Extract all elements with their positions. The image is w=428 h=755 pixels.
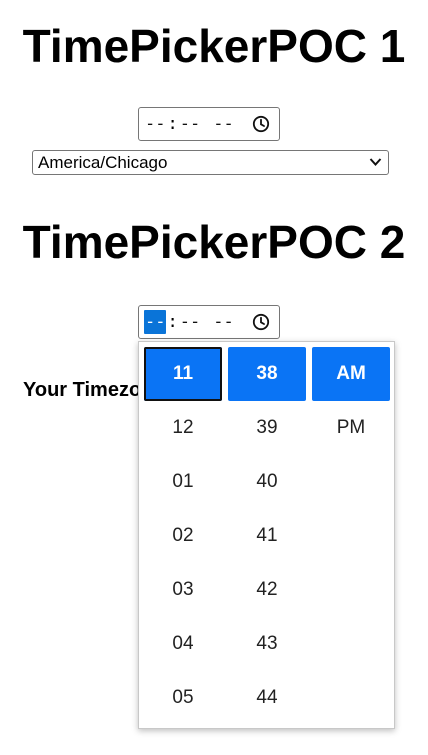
meridiem-column[interactable]: AM PM	[312, 347, 390, 455]
page-title-1: TimePickerPOC 1	[22, 20, 406, 72]
time-input-2[interactable]: --: -- --	[138, 305, 280, 339]
timezone-label: Your Timezone	[23, 379, 138, 401]
time-separator: :	[167, 114, 178, 134]
clock-icon[interactable]	[252, 313, 270, 331]
meridiem-option-am[interactable]: AM	[312, 347, 390, 401]
time-separator: :	[167, 312, 178, 332]
hour-option[interactable]: 03	[144, 563, 222, 617]
hour-segment[interactable]: --	[144, 112, 166, 136]
timezone-select-value: America/Chicago	[38, 153, 168, 172]
minute-option[interactable]: 43	[228, 617, 306, 671]
timezone-select[interactable]: America/Chicago	[32, 150, 389, 175]
minute-column[interactable]: 38 39 40 41 42 43 44	[228, 347, 306, 725]
meridiem-segment[interactable]: --	[212, 310, 234, 334]
hour-option[interactable]: 11	[144, 347, 222, 401]
hour-option[interactable]: 12	[144, 401, 222, 455]
minute-option[interactable]: 39	[228, 401, 306, 455]
minute-option[interactable]: 44	[228, 671, 306, 725]
hour-option[interactable]: 04	[144, 617, 222, 671]
time-picker-popup: 11 12 01 02 03 04 05 38 39 40 41 42 43 4…	[138, 341, 395, 729]
minute-option[interactable]: 41	[228, 509, 306, 563]
hour-segment-focused[interactable]: --	[144, 310, 167, 334]
hour-option[interactable]: 05	[144, 671, 222, 725]
hour-option[interactable]: 01	[144, 455, 222, 509]
meridiem-segment[interactable]: --	[212, 112, 234, 136]
chevron-down-icon	[369, 158, 382, 166]
page-title-2: TimePickerPOC 2	[22, 216, 406, 268]
minute-segment[interactable]: --	[179, 112, 201, 136]
minute-option[interactable]: 40	[228, 455, 306, 509]
time-input-1[interactable]: --: -- --	[138, 107, 280, 141]
hour-column[interactable]: 11 12 01 02 03 04 05	[144, 347, 222, 725]
minute-segment[interactable]: --	[179, 310, 201, 334]
meridiem-option-pm[interactable]: PM	[312, 401, 390, 455]
clock-icon[interactable]	[252, 115, 270, 133]
hour-option[interactable]: 02	[144, 509, 222, 563]
page: TimePickerPOC 1 --: -- -- America/Chicago …	[0, 0, 428, 755]
minute-option[interactable]: 42	[228, 563, 306, 617]
minute-option[interactable]: 38	[228, 347, 306, 401]
